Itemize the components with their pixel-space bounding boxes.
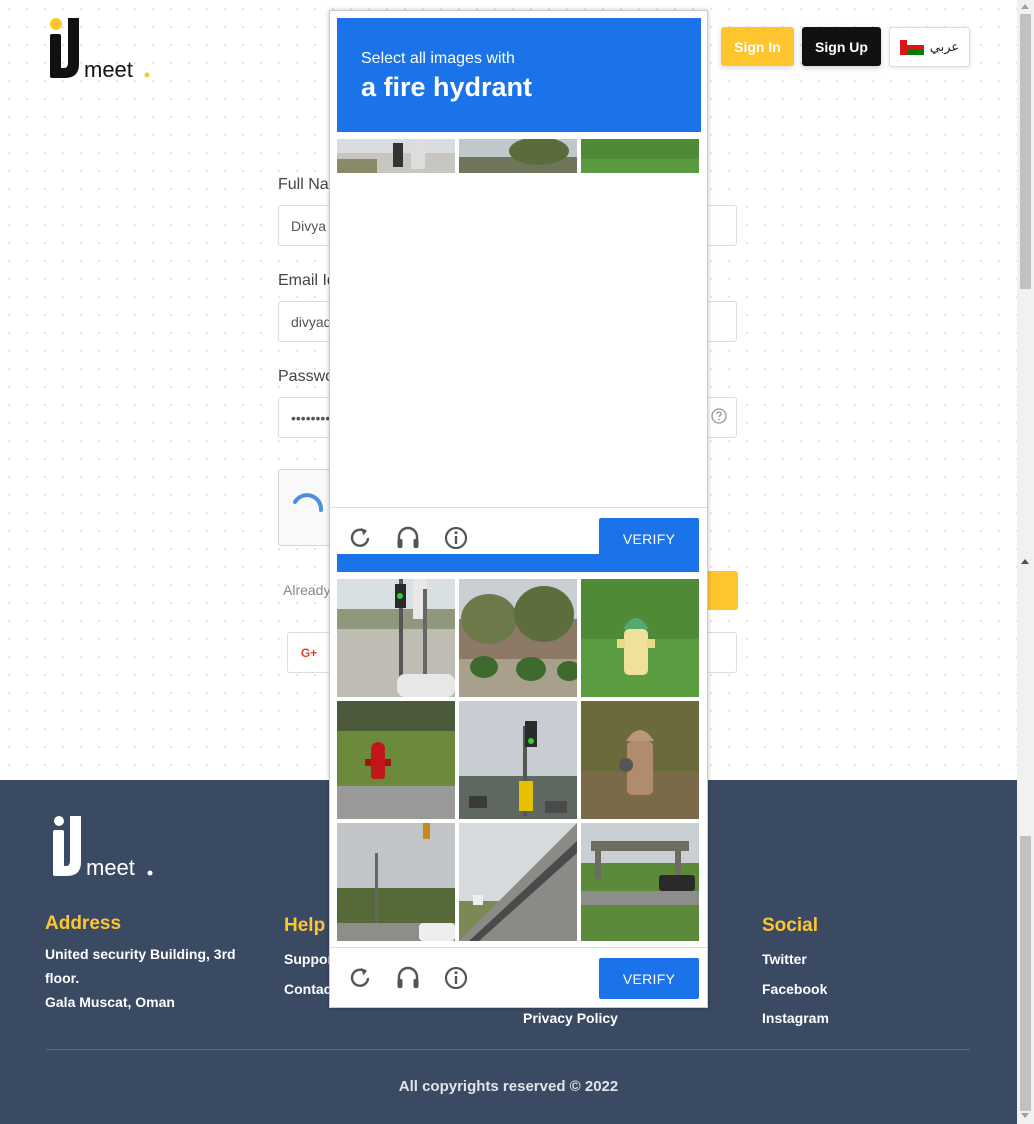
full-name-value: Divya xyxy=(291,217,327,234)
address-line-1: United security Building, 3rd xyxy=(45,946,236,962)
language-label: عربي xyxy=(929,39,960,54)
captcha-strip-2[interactable] xyxy=(459,139,577,173)
language-switch-button[interactable]: عربي xyxy=(889,27,970,67)
scroll-up-arrow-icon-2[interactable] xyxy=(1021,559,1029,564)
instagram-link[interactable]: Instagram xyxy=(762,1010,829,1026)
scroll-up-arrow-icon[interactable] xyxy=(1021,4,1029,9)
sign-up-button[interactable]: Sign Up xyxy=(802,27,881,66)
captcha-target: a fire hydrant xyxy=(361,72,533,102)
captcha-separator-2 xyxy=(330,947,707,948)
sign-in-button[interactable]: Sign In xyxy=(721,27,794,66)
captcha-tile-5[interactable] xyxy=(459,701,577,819)
footer-divider xyxy=(46,1049,970,1050)
captcha-tile-7[interactable] xyxy=(337,823,455,941)
scroll-thumb-2[interactable] xyxy=(1020,836,1031,1111)
full-name-label: Full Na xyxy=(278,176,329,193)
privacy-policy-link[interactable]: Privacy Policy xyxy=(523,1010,618,1026)
captcha-tile-4[interactable] xyxy=(337,701,455,819)
verify-button[interactable]: VERIFY xyxy=(599,958,699,999)
google-login-button[interactable]: G+ xyxy=(287,632,331,673)
svg-text:meet: meet xyxy=(86,855,135,880)
svg-text:meet: meet xyxy=(84,57,133,82)
scroll-thumb[interactable] xyxy=(1020,14,1031,289)
captcha-tile-6[interactable] xyxy=(581,701,699,819)
captcha-strip-3[interactable] xyxy=(581,139,699,173)
reload-icon-2[interactable] xyxy=(347,965,373,991)
email-label: Email Id xyxy=(278,272,336,289)
captcha-tile-2[interactable] xyxy=(459,579,577,697)
captcha-tile-9[interactable] xyxy=(581,823,699,941)
loading-spinner-icon xyxy=(293,493,323,512)
captcha-header-bar xyxy=(337,554,699,572)
already-account-text: Already xyxy=(283,582,331,598)
captcha-header: Select all images with a fire hydrant xyxy=(337,18,701,132)
captcha-strip-1[interactable] xyxy=(337,139,455,173)
help-heading: Help xyxy=(284,915,326,936)
google-icon: G+ xyxy=(300,645,318,660)
scrollbar[interactable] xyxy=(1017,0,1034,1124)
info-icon[interactable] xyxy=(443,525,469,551)
support-link[interactable]: Suppor xyxy=(284,951,333,967)
headphones-icon-2[interactable] xyxy=(395,965,421,991)
help-icon[interactable] xyxy=(711,408,727,424)
captcha-instruction: Select all images with xyxy=(361,50,515,67)
headphones-icon[interactable] xyxy=(395,525,421,551)
social-heading: Social xyxy=(762,915,818,936)
oman-flag-icon xyxy=(899,39,924,55)
scroll-down-arrow-icon[interactable] xyxy=(1021,1113,1029,1118)
captcha-tile-8[interactable] xyxy=(459,823,577,941)
facebook-link[interactable]: Facebook xyxy=(762,981,827,997)
footer-logo[interactable]: meet xyxy=(50,814,160,880)
address-line-3: Gala Muscat, Oman xyxy=(45,994,175,1010)
email-value: divyad xyxy=(291,313,332,330)
address-line-2: floor. xyxy=(45,970,80,986)
reload-icon[interactable] xyxy=(347,525,373,551)
captcha-challenge: Select all images with a fire hydrant VE… xyxy=(329,10,708,1008)
contact-link[interactable]: Contac xyxy=(284,981,331,997)
verify-button-top[interactable]: VERIFY xyxy=(599,518,699,559)
info-icon-2[interactable] xyxy=(443,965,469,991)
copyright-text: All copyrights reserved © 2022 xyxy=(398,1078,619,1095)
ijmeet-logo[interactable]: meet xyxy=(48,16,158,82)
captcha-tile-3[interactable] xyxy=(581,579,699,697)
captcha-tile-1[interactable] xyxy=(337,579,455,697)
password-label: Passwo xyxy=(278,368,335,385)
twitter-link[interactable]: Twitter xyxy=(762,951,807,967)
address-heading: Address xyxy=(45,913,122,934)
captcha-separator xyxy=(330,507,707,508)
